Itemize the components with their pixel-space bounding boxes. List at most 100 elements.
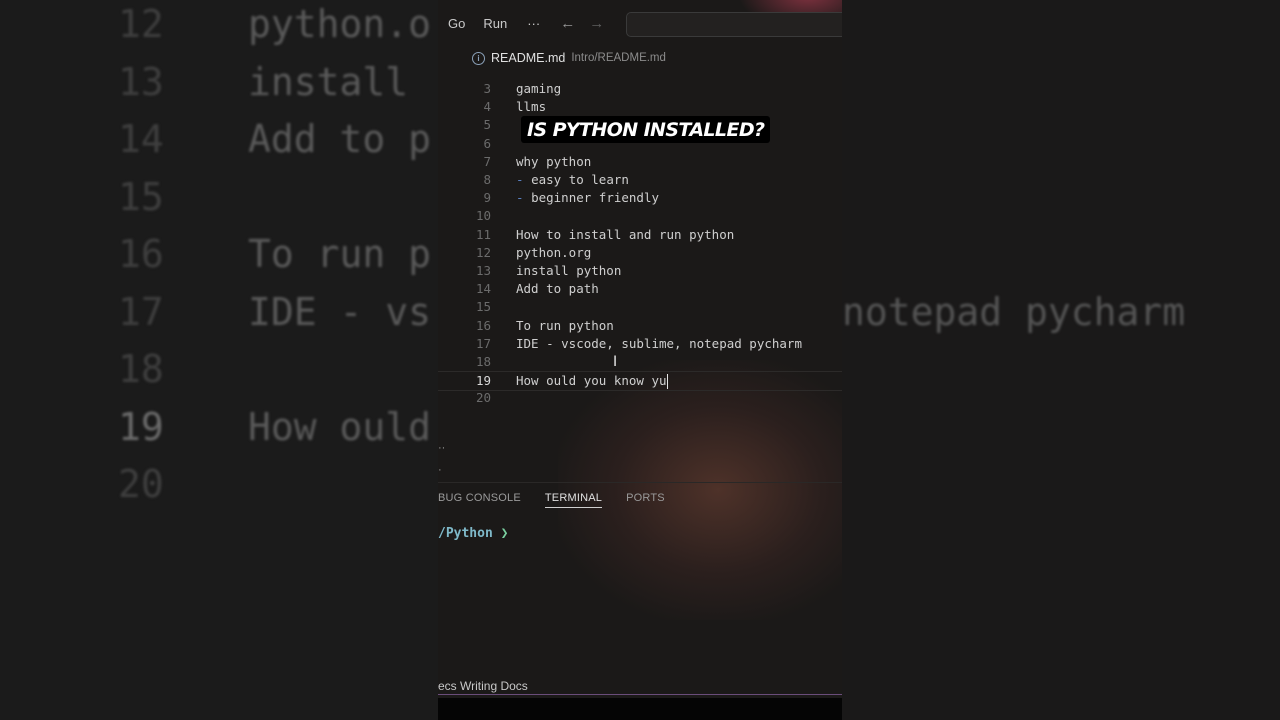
tab-file-name[interactable]: README.md [491, 51, 565, 65]
line-content: To run python [516, 317, 614, 333]
status-bar: ecs Writing Docs [438, 676, 842, 696]
backdrop-line-number: 19 [118, 404, 164, 449]
list-dash: - [516, 172, 524, 187]
line-content: install python [516, 263, 622, 278]
right-backdrop: notepad pycharm [842, 0, 1280, 720]
line-content: llms [516, 99, 547, 115]
backdrop-line-text: install [248, 59, 409, 104]
code-line[interactable]: 14 Add to path [438, 280, 842, 298]
line-number: 19 [475, 373, 491, 389]
bottom-bar [438, 698, 842, 720]
code-line[interactable]: 16 To run python [438, 317, 842, 335]
ellipsis-icon: · [438, 464, 442, 476]
line-text: How to install and run python [516, 226, 734, 244]
list-dash: - [516, 190, 524, 206]
menu-go[interactable]: Go [440, 16, 473, 31]
line-text: - easy to learn [516, 171, 629, 189]
code-line[interactable]: 19 How ould you know yu [438, 371, 842, 392]
backdrop-line-number: 13 [118, 59, 164, 104]
terminal-path: /Python [438, 526, 493, 541]
line-number: 17 [475, 335, 491, 351]
line-text: why python [516, 153, 591, 171]
line-text: gaming [516, 80, 561, 98]
line-text: IDE - vscode, sublime, notepad pycharm [516, 335, 802, 353]
panel-divider [438, 482, 842, 483]
line-number: 6 [483, 135, 491, 151]
code-line[interactable]: 17 IDE - vscode, sublime, notepad pycharm [438, 335, 842, 353]
line-number: 14 [475, 281, 491, 297]
line-text: To run python [516, 317, 614, 335]
line-number: 5 [483, 117, 491, 133]
back-arrow-icon[interactable]: ← [560, 15, 575, 32]
line-content: How to install and run python [516, 226, 735, 242]
menu-run[interactable]: Run [475, 16, 515, 31]
line-number: 8 [483, 172, 491, 187]
status-text: ecs Writing Docs [438, 679, 528, 693]
backdrop-line-text: IDE - vs [248, 289, 432, 334]
tab-terminal[interactable]: TERMINAL [544, 492, 603, 508]
text-cursor-icon: I [613, 354, 618, 370]
forward-arrow-icon[interactable]: → [589, 15, 604, 32]
line-number: 10 [475, 208, 491, 224]
code-line[interactable]: 8 - easy to learn [438, 171, 842, 189]
code-line[interactable]: 18 [438, 353, 842, 371]
line-number: 13 [475, 263, 491, 278]
code-line[interactable]: 11 How to install and run python [438, 226, 842, 244]
backdrop-line-number: 20 [118, 462, 164, 506]
line-content: Add to path [516, 281, 599, 297]
editor-breadcrumb: i README.md Intro/README.md [438, 46, 842, 70]
line-number: 16 [475, 317, 491, 333]
backdrop-line-number: 17 [118, 289, 164, 334]
backdrop-line-number: 16 [118, 232, 164, 276]
panel-tabs: BUG CONSOLE TERMINAL PORTS [438, 487, 842, 509]
more-menu-icon[interactable]: ··· [521, 16, 546, 31]
video-caption: IS PYTHON INSTALLED? [521, 116, 771, 143]
line-text: llms [516, 98, 546, 116]
line-content: gaming [516, 81, 562, 96]
info-icon: i [472, 51, 485, 65]
left-backdrop: 12 python.o 13 install 14 Add to p 15 16 To run … [0, 0, 438, 720]
code-line[interactable]: 9 - beginner friendly [438, 189, 842, 207]
line-number: 15 [475, 299, 491, 315]
backdrop-line-number: 12 [118, 2, 164, 46]
backdrop-line-text: Add to p [248, 117, 432, 161]
backdrop-line-text: To run p [248, 232, 432, 276]
code-line[interactable]: 15 [438, 298, 842, 316]
backdrop-right-text: notepad pycharm [842, 290, 1186, 334]
backdrop-line-number: 18 [118, 347, 164, 391]
line-content: beginner friendly [531, 190, 659, 206]
line-number: 11 [475, 226, 491, 242]
line-number: 9 [483, 190, 491, 206]
text-caret [666, 374, 668, 390]
tab-debug-console[interactable]: BUG CONSOLE [438, 492, 521, 504]
code-line[interactable]: 12 python.org [438, 244, 842, 262]
line-text: How ould you know yu [516, 372, 668, 390]
backdrop-line-text: python.o [248, 2, 432, 46]
code-line[interactable]: 10 [438, 207, 842, 225]
backdrop-line-number: 14 [118, 117, 164, 161]
line-text: install python [516, 262, 621, 280]
code-line[interactable]: 20 [438, 389, 842, 407]
status-bar-border [438, 694, 842, 695]
code-line[interactable]: 4 llms [438, 98, 842, 116]
ellipsis-icon: ·· [438, 442, 446, 454]
editor-window: Go Run ··· ← → i README.md Intro/README.… [438, 0, 842, 720]
tab-ports[interactable]: PORTS [626, 492, 665, 504]
terminal-prompt[interactable]: /Python ❯ [438, 526, 508, 541]
code-line[interactable]: 3 gaming [438, 80, 842, 98]
command-center-search[interactable] [626, 12, 842, 37]
line-content: why python [516, 153, 592, 169]
line-number: 4 [483, 99, 491, 115]
line-text: Add to path [516, 280, 599, 298]
line-content: python.org [516, 244, 592, 260]
backdrop-line-text: How ould [248, 404, 432, 449]
code-line[interactable]: 7 why python [438, 153, 842, 171]
tab-file-path: Intro/README.md [571, 52, 666, 64]
backdrop-line-number: 15 [118, 174, 164, 219]
line-number: 3 [483, 81, 491, 96]
line-content: How ould you know yu [516, 373, 667, 389]
line-text: python.org [516, 244, 591, 262]
code-line[interactable]: 13 install python [438, 262, 842, 280]
line-number: 20 [475, 390, 491, 406]
line-content: IDE - vscode, sublime, notepad pycharm [516, 335, 802, 351]
